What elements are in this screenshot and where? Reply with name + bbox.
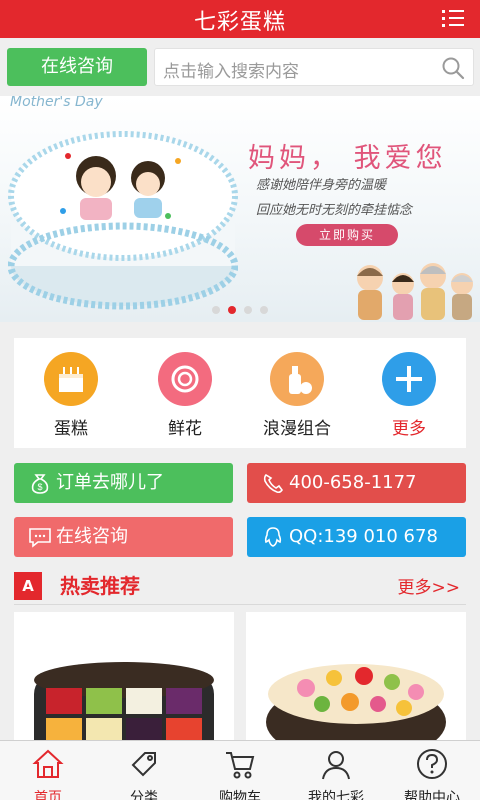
search-icon[interactable] [441,56,465,80]
category-label: 浪漫组合 [263,419,331,439]
search-input[interactable]: 点击输入搜索内容 [154,48,474,86]
category-label: 鲜花 [168,419,202,439]
category-cake[interactable]: 蛋糕 [16,352,126,442]
gift-bottle-icon [270,352,324,406]
carousel-dot[interactable] [244,306,252,314]
tab-label: 我的七彩 [308,790,364,800]
tab-help[interactable]: 帮助中心 [384,741,480,800]
money-bag-icon: $ [31,474,49,494]
category-flower[interactable]: 鲜花 [130,352,240,442]
divider [14,604,466,605]
hot-section-header: A 热卖推荐 更多>> [14,570,466,604]
tab-home[interactable]: 首页 [0,741,96,800]
qq-number-label: QQ:139 010 678 [289,526,438,547]
cart-icon [226,752,255,779]
chat-icon [29,528,51,548]
promo-banner[interactable]: Mother's Day 妈妈， 我爱您 感谢她陪伴身旁的温暖 回应她无时无刻的… [0,96,480,322]
user-icon [322,751,350,780]
category-label: 蛋糕 [54,419,88,439]
banner-line-1: 感谢她陪伴身旁的温暖 [256,178,387,193]
carousel-dot[interactable] [212,306,220,314]
tab-label: 分类 [130,790,158,800]
bottom-tab-bar: 首页 分类 购物车 我的七彩 帮助中心 [0,740,480,800]
tab-account[interactable]: 我的七彩 [288,741,384,800]
buy-now-button[interactable]: 立即购买 [296,224,398,246]
hot-more-link[interactable]: 更多>> [398,573,461,598]
section-badge: A [14,572,42,600]
app-header: 七彩蛋糕 [0,0,480,38]
search-placeholder: 点击输入搜索内容 [163,62,299,82]
carousel-dots [0,306,480,314]
app-title: 七彩蛋糕 [193,10,286,35]
svg-text:$: $ [37,482,42,492]
flower-icon [158,352,212,406]
banner-line-2: 回应她无时无刻的牵挂惦念 [256,203,413,218]
product-image [34,662,214,752]
qq-icon [264,527,282,547]
online-consult-button[interactable]: 在线咨询 [7,48,147,86]
phone-button[interactable]: 400-658-1177 [247,463,466,503]
qq-button[interactable]: QQ:139 010 678 [247,517,466,557]
search-row: 在线咨询 点击输入搜索内容 [0,38,480,96]
phone-number-label: 400-658-1177 [289,472,417,493]
product-card[interactable] [246,612,466,752]
order-tracking-label: 订单去哪儿了 [56,472,164,493]
banner-tag: Mother's Day [10,96,103,110]
tab-label: 帮助中心 [404,790,460,800]
cake-icon [44,352,98,406]
home-icon [32,749,64,778]
tab-label: 首页 [34,790,62,800]
carousel-dot[interactable] [260,306,268,314]
carousel-dot-active[interactable] [228,306,236,314]
phone-icon [263,473,283,494]
tab-category[interactable]: 分类 [96,741,192,800]
category-romantic[interactable]: 浪漫组合 [242,352,352,442]
category-label: 更多 [392,419,426,439]
chat-consult-label: 在线咨询 [56,526,128,547]
tab-cart[interactable]: 购物车 [192,741,288,800]
hot-section-title: 热卖推荐 [60,574,140,598]
category-panel: 蛋糕 鲜花 浪漫组合 更多 [14,338,466,448]
tab-label: 购物车 [219,790,261,800]
order-tracking-button[interactable]: $ 订单去哪儿了 [14,463,233,503]
tag-icon [131,752,156,777]
category-more[interactable]: 更多 [354,352,464,442]
help-icon [417,749,447,779]
chat-consult-button[interactable]: 在线咨询 [14,517,233,557]
product-card[interactable] [14,612,234,752]
banner-headline: 妈妈， 我爱您 [248,143,447,174]
menu-icon[interactable] [442,8,464,28]
product-image [266,664,446,752]
plus-icon [382,352,436,406]
cake-image [8,131,238,310]
